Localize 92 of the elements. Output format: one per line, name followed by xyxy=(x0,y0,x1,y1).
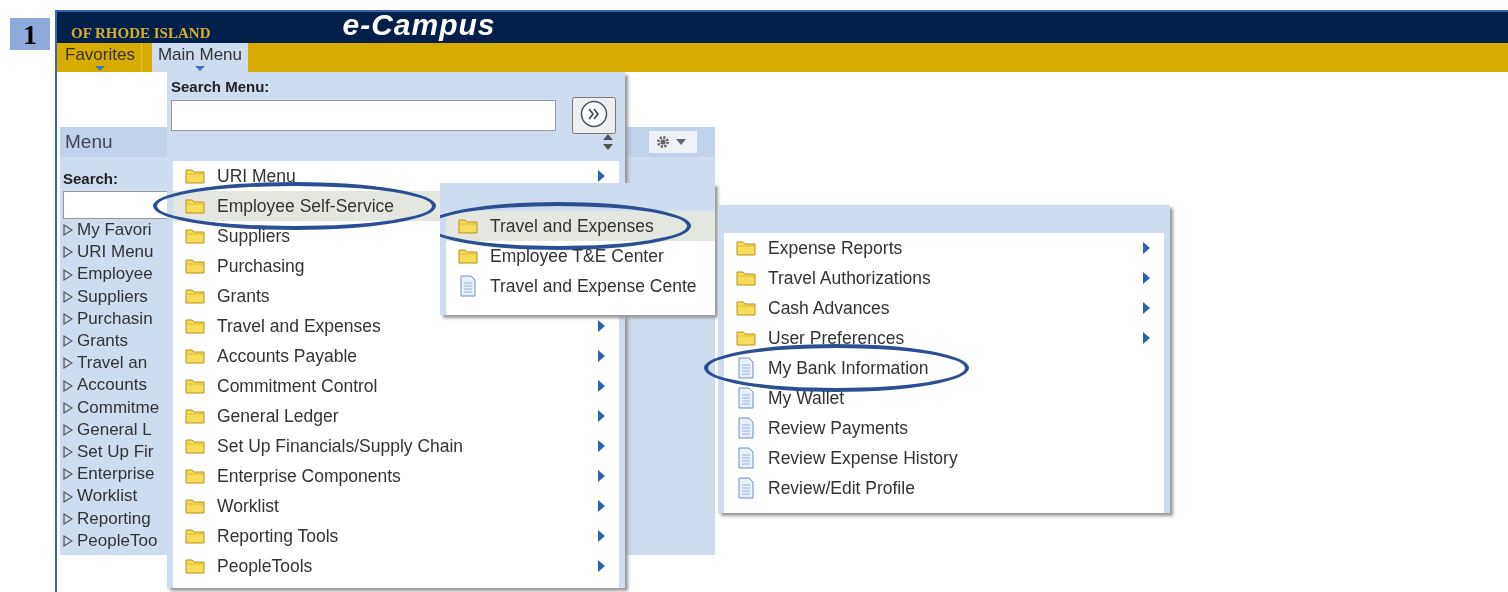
tree-item[interactable]: Suppliers xyxy=(63,285,168,308)
tree-item[interactable]: Enterprise xyxy=(63,463,168,486)
caret-icon xyxy=(94,65,105,71)
triangle-right-icon xyxy=(63,534,73,547)
folder-icon xyxy=(736,270,756,286)
settings-button[interactable] xyxy=(649,131,697,153)
tree-item[interactable]: Set Up Fir xyxy=(63,441,168,464)
menu-item[interactable]: Travel Authorizations xyxy=(724,263,1164,293)
step-number: 1 xyxy=(10,18,50,50)
search-label: Search Menu: xyxy=(171,78,271,95)
triangle-right-icon xyxy=(63,423,73,436)
folder-icon xyxy=(185,318,205,334)
folder-icon xyxy=(185,168,205,184)
search-field[interactable] xyxy=(63,191,168,219)
tree-item[interactable]: Commitme xyxy=(63,396,168,419)
search-button[interactable] xyxy=(572,97,616,134)
folder-icon xyxy=(185,438,205,454)
nav-tab[interactable]: Main Menu xyxy=(151,43,249,72)
folder-icon xyxy=(185,288,205,304)
menu-item[interactable]: My Wallet xyxy=(724,383,1164,413)
panel-title: Menu xyxy=(65,131,113,153)
menu-item[interactable]: URI Menu xyxy=(173,161,619,191)
menu-item[interactable]: General Ledger xyxy=(173,401,619,431)
triangle-right-icon xyxy=(63,312,73,325)
folder-icon xyxy=(458,218,478,234)
document-icon xyxy=(736,477,756,499)
menu-item[interactable]: Set Up Financials/Supply Chain xyxy=(173,431,619,461)
folder-icon xyxy=(185,498,205,514)
triangle-right-icon xyxy=(63,268,73,281)
menu-item[interactable]: Enterprise Components xyxy=(173,461,619,491)
document-icon xyxy=(458,275,478,297)
tree-item[interactable]: Reporting xyxy=(63,507,168,530)
menu-item[interactable]: Cash Advances xyxy=(724,293,1164,323)
triangle-right-icon xyxy=(63,512,73,525)
tree-item[interactable]: URI Menu xyxy=(63,241,168,264)
app-title: e-Campus xyxy=(342,12,496,42)
menu-item[interactable]: Expense Reports xyxy=(724,233,1164,263)
triangle-right-icon xyxy=(63,446,73,459)
tree-item[interactable]: Worklist xyxy=(63,485,168,508)
folder-icon xyxy=(736,240,756,256)
logo-text: OF RHODE ISLAND xyxy=(71,25,211,42)
tree-item[interactable]: My Favori xyxy=(63,219,168,242)
triangle-right-icon xyxy=(63,357,73,370)
search-label: Search: xyxy=(63,170,120,187)
triangle-right-icon xyxy=(63,379,73,392)
triangle-right-icon xyxy=(63,335,73,348)
menu-item[interactable]: Reporting Tools xyxy=(173,521,619,551)
folder-icon xyxy=(185,228,205,244)
document-icon xyxy=(736,417,756,439)
menu-item[interactable]: PeopleTools xyxy=(173,551,619,581)
menu-item[interactable]: Review Payments xyxy=(724,413,1164,443)
tree-item[interactable]: Accounts xyxy=(63,374,168,397)
folder-icon xyxy=(458,248,478,264)
folder-icon xyxy=(185,528,205,544)
menu-item[interactable]: Review/Edit Profile xyxy=(724,473,1164,503)
menu-item[interactable]: User Preferences xyxy=(724,323,1164,353)
folder-icon xyxy=(736,300,756,316)
folder-icon xyxy=(185,558,205,574)
folder-icon xyxy=(185,468,205,484)
tree-item[interactable]: Travel an xyxy=(63,352,168,375)
tree-item[interactable]: Purchasin xyxy=(63,307,168,330)
folder-icon xyxy=(185,198,205,214)
tree-item[interactable]: PeopleToo xyxy=(63,529,168,553)
tree-item[interactable]: Grants xyxy=(63,330,168,353)
nav-tab[interactable]: Favorites xyxy=(59,43,142,72)
document-icon xyxy=(736,357,756,379)
document-icon xyxy=(736,387,756,409)
folder-icon xyxy=(736,330,756,346)
sort-icon xyxy=(603,134,613,150)
triangle-right-icon xyxy=(63,490,73,503)
menu-item[interactable]: Travel and Expenses xyxy=(446,211,715,241)
folder-icon xyxy=(185,348,205,364)
menu-item[interactable]: Travel and Expense Cente xyxy=(446,271,715,301)
menu-item[interactable]: Worklist xyxy=(173,491,619,521)
triangle-right-icon xyxy=(63,246,73,259)
menu-item[interactable]: Accounts Payable xyxy=(173,341,619,371)
tree-item[interactable]: Employee xyxy=(63,263,168,286)
folder-icon xyxy=(185,378,205,394)
folder-icon xyxy=(185,258,205,274)
menu-item[interactable]: My Bank Information xyxy=(724,353,1164,383)
tree-item[interactable]: General L xyxy=(63,418,168,442)
menu-item[interactable]: Travel and Expenses xyxy=(173,311,619,341)
triangle-right-icon xyxy=(63,468,73,481)
menu-item[interactable]: Employee T&E Center xyxy=(446,241,715,271)
menu-item[interactable]: Commitment Control xyxy=(173,371,619,401)
triangle-right-icon xyxy=(63,224,73,237)
triangle-right-icon xyxy=(63,401,73,414)
menu-item[interactable]: Review Expense History xyxy=(724,443,1164,473)
triangle-right-icon xyxy=(63,290,73,303)
folder-icon xyxy=(185,408,205,424)
document-icon xyxy=(736,447,756,469)
search-field[interactable] xyxy=(171,100,556,131)
